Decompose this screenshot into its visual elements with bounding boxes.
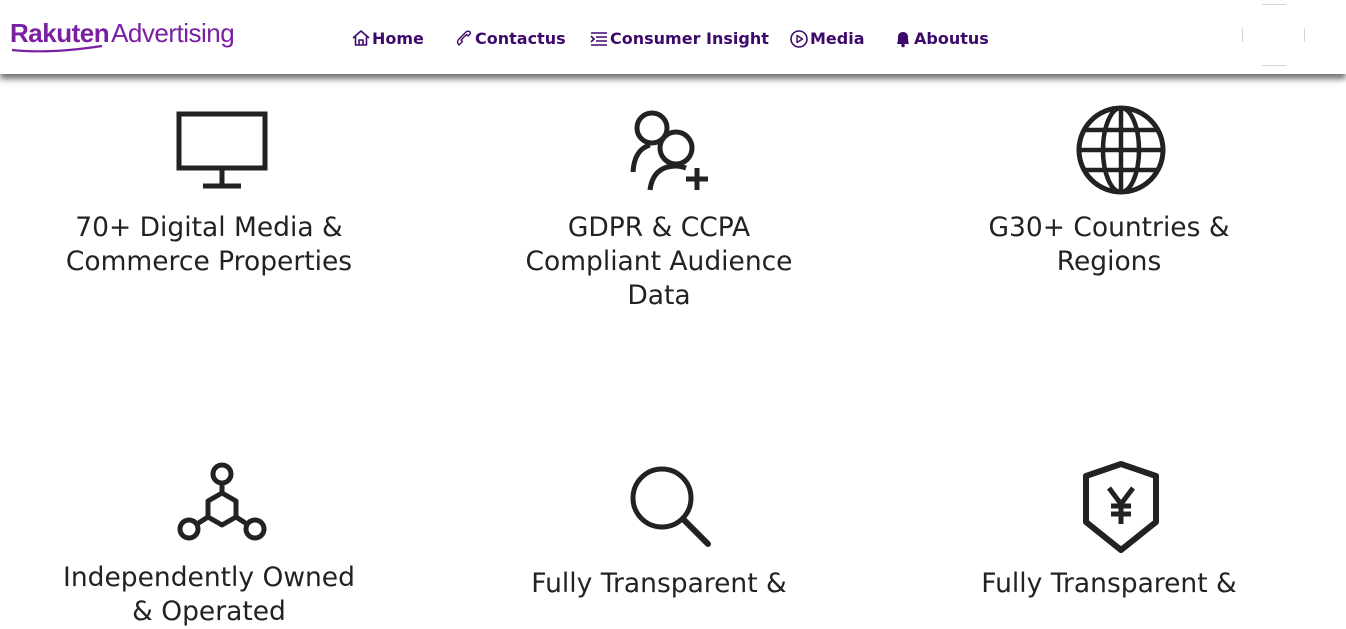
nav-item-contactus[interactable]: Contactus (454, 25, 566, 51)
nav-item-home[interactable]: Home (351, 25, 424, 51)
search-icon (630, 466, 711, 547)
nav-item-consumer-insight[interactable]: Consumer Insight (589, 25, 769, 51)
bell-icon (897, 32, 909, 48)
header-utility-area[interactable] (1242, 4, 1306, 66)
feature-label: 70+ Digital Media & Commerce Properties (65, 212, 353, 277)
nav-item-aboutus[interactable]: Aboutus (893, 25, 989, 51)
list-icon (590, 32, 607, 46)
yen-shield-icon (1083, 461, 1159, 553)
globe-icon (1076, 105, 1166, 195)
nav-label-consumer-insight: Consumer Insight (610, 28, 769, 48)
feature-card-independent: Independently Owned & Operated (40, 455, 378, 627)
add-user-icon (630, 110, 708, 191)
feature-label: Independently Owned & Operated (63, 562, 355, 627)
rakuten-advertising-logo[interactable]: Rakuten Advertising (10, 18, 235, 53)
feature-card-media-properties: 70+ Digital Media & Commerce Properties (40, 100, 378, 300)
feature-label: Fully Transparent & (531, 568, 787, 599)
feature-card-gdpr-ccpa: GDPR & CCPA Compliant Audience Data (490, 100, 828, 320)
logo-swoosh-icon (11, 44, 103, 53)
nav-label-aboutus: Aboutus (914, 28, 989, 48)
nav-item-media[interactable]: Media (789, 25, 865, 51)
nav-label-media: Media (810, 28, 865, 48)
home-icon (352, 30, 370, 46)
play-circle-icon (790, 30, 808, 48)
network-icon (177, 462, 267, 541)
feature-card-transparent-search: Fully Transparent & (490, 460, 828, 605)
phone-icon (456, 30, 472, 46)
top-navigation-bar: Rakuten Advertising Home Contactus Consum… (0, 0, 1346, 74)
nav-label-contactus: Contactus (475, 28, 566, 48)
monitor-icon (176, 111, 268, 189)
feature-card-transparent-pricing: Fully Transparent & (940, 460, 1278, 605)
feature-label: GDPR & CCPA Compliant Audience Data (525, 212, 793, 311)
feature-card-countries: G30+ Countries & Regions (940, 100, 1278, 300)
logo-text-advertising: Advertising (111, 18, 235, 48)
nav-label-home: Home (372, 28, 424, 48)
feature-label: Fully Transparent & (981, 568, 1237, 599)
feature-label: G30+ Countries & Regions (988, 212, 1230, 277)
